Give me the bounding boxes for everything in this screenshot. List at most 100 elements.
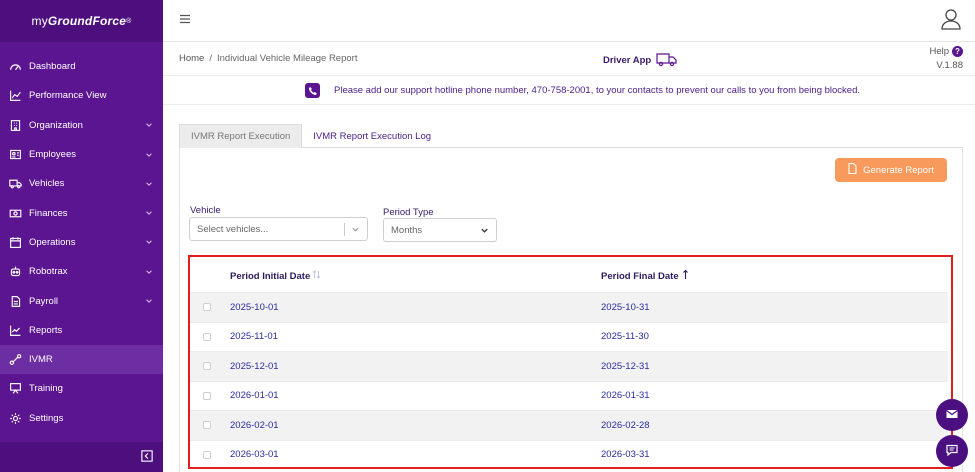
collapse-sidebar-icon[interactable] <box>141 449 153 465</box>
notice-text: Please add our support hotline phone num… <box>334 85 860 96</box>
brand-prefix: my <box>31 14 48 28</box>
table-row[interactable]: 2025-11-01 2025-11-30 <box>190 321 948 352</box>
sort-ascending-icon <box>681 269 690 283</box>
sidebar-item-payroll[interactable]: Payroll <box>0 286 163 315</box>
sidebar-item-employees[interactable]: Employees <box>0 140 163 169</box>
help-area: Help ? V.1.88 <box>929 46 963 71</box>
file-icon <box>848 162 857 177</box>
driver-app-label: Driver App <box>603 55 652 66</box>
sidebar-item-dashboard[interactable]: Dashboard <box>0 52 163 81</box>
question-icon: ? <box>952 46 963 57</box>
chat-fab[interactable] <box>936 435 968 467</box>
robot-icon <box>8 265 22 279</box>
chevron-down-icon <box>145 297 153 305</box>
table-row[interactable]: 2026-02-01 2026-02-28 <box>190 410 948 440</box>
sidebar-item-performance-view[interactable]: Performance View <box>0 81 163 110</box>
sidebar-item-label: Performance View <box>29 90 107 102</box>
sidebar-item-label: Operations <box>29 236 76 248</box>
breadcrumb: Home / Individual Vehicle Mileage Report <box>179 53 357 64</box>
table-row[interactable]: 2025-12-01 2025-12-31 <box>190 351 948 381</box>
brand-name: GroundForce <box>47 14 127 28</box>
period-final-date: 2026-03-31 <box>601 449 650 461</box>
tab-ivmr-report-execution-log[interactable]: IVMR Report Execution Log <box>302 124 442 148</box>
table-row[interactable]: 2026-03-01 2026-03-31 <box>190 439 948 470</box>
period-type-value: Months <box>391 224 423 236</box>
vehicle-select-placeholder: Select vehicles... <box>197 223 269 235</box>
sidebar-item-label: Payroll <box>29 295 59 307</box>
version-label: V.1.88 <box>936 60 963 71</box>
period-type-select[interactable]: Months <box>383 218 497 242</box>
row-checkbox[interactable] <box>203 362 211 371</box>
period-final-date: 2026-01-31 <box>601 390 650 402</box>
column-header-final-date[interactable]: Period Final Date <box>601 269 690 283</box>
period-initial-date: 2026-01-01 <box>230 390 279 402</box>
message-fab[interactable] <box>936 399 968 431</box>
period-final-date: 2025-10-31 <box>601 301 650 313</box>
tab-ivmr-report-execution[interactable]: IVMR Report Execution <box>179 124 303 148</box>
sidebar-item-settings[interactable]: Settings <box>0 404 163 433</box>
brand-logo[interactable]: my GroundForce ® <box>0 0 163 42</box>
calendar-icon <box>8 235 22 249</box>
sidebar-item-organization[interactable]: Organization <box>0 111 163 140</box>
sidebar-item-finances[interactable]: Finances <box>0 198 163 227</box>
vehicle-select[interactable]: Select vehicles... <box>189 217 368 241</box>
period-initial-date: 2025-12-01 <box>230 360 279 372</box>
hamburger-menu-icon[interactable] <box>179 13 191 28</box>
period-initial-date: 2026-03-01 <box>230 449 279 461</box>
sidebar-item-operations[interactable]: Operations <box>0 228 163 257</box>
top-bar <box>163 0 975 42</box>
vehicle-label: Vehicle <box>190 205 221 216</box>
sidebar-item-vehicles[interactable]: Vehicles <box>0 169 163 198</box>
sort-arrows-icon <box>312 269 321 283</box>
help-link[interactable]: Help ? <box>929 46 963 57</box>
hotline-notice: Please add our support hotline phone num… <box>163 77 975 105</box>
breadcrumb-current: Individual Vehicle Mileage Report <box>216 53 358 64</box>
sidebar-item-ivmr[interactable]: IVMR <box>0 344 163 375</box>
period-initial-date: 2025-11-01 <box>230 331 278 343</box>
sidebar-item-label: Training <box>29 383 63 395</box>
truck-icon <box>8 177 22 191</box>
sidebar-nav: Dashboard Performance View Organization … <box>0 42 163 433</box>
chevron-down-icon <box>145 238 153 246</box>
chevron-down-icon <box>145 180 153 188</box>
sidebar-item-label: Organization <box>29 119 83 131</box>
period-initial-date: 2025-10-01 <box>230 301 279 313</box>
period-final-date: 2025-12-31 <box>601 360 650 372</box>
table-row[interactable]: 2026-01-01 2026-01-31 <box>190 380 948 411</box>
row-checkbox[interactable] <box>203 450 211 459</box>
period-final-date: 2026-02-28 <box>601 419 650 431</box>
chevron-down-icon <box>351 225 360 237</box>
row-checkbox[interactable] <box>203 391 211 400</box>
row-checkbox[interactable] <box>203 332 211 341</box>
breadcrumb-home-link[interactable]: Home <box>179 53 204 64</box>
table-header: Period Initial Date Period Final Date <box>190 257 951 292</box>
table-row[interactable]: 2025-10-01 2025-10-31 <box>190 292 948 322</box>
building-icon <box>8 118 22 132</box>
sidebar-item-training[interactable]: Training <box>0 374 163 403</box>
brand-mark: ® <box>126 17 132 25</box>
training-icon <box>8 382 22 396</box>
driver-app-link[interactable]: Driver App <box>603 51 678 70</box>
sidebar-item-label: Finances <box>29 207 68 219</box>
chevron-down-icon <box>145 268 153 276</box>
row-checkbox[interactable] <box>203 303 211 312</box>
periods-table: Period Initial Date Period Final Date 20… <box>188 255 953 469</box>
row-checkbox[interactable] <box>203 421 211 430</box>
sidebar: my GroundForce ® Dashboard Performance Vie… <box>0 0 163 472</box>
sidebar-item-robotrax[interactable]: Robotrax <box>0 257 163 286</box>
column-header-initial-date[interactable]: Period Initial Date <box>230 269 321 283</box>
gear-icon <box>8 411 22 425</box>
user-profile-icon[interactable] <box>939 7 963 34</box>
document-icon <box>8 294 22 308</box>
sidebar-item-label: Vehicles <box>29 178 65 190</box>
route-icon <box>8 353 22 367</box>
envelope-icon <box>945 407 959 424</box>
sidebar-item-label: Employees <box>29 149 76 161</box>
sidebar-item-label: Settings <box>29 412 64 424</box>
sidebar-item-label: Reports <box>29 324 63 336</box>
generate-report-button[interactable]: Generate Report <box>835 158 947 182</box>
id-card-icon <box>8 148 22 162</box>
generate-report-label: Generate Report <box>863 164 934 176</box>
sidebar-item-reports[interactable]: Reports <box>0 316 163 345</box>
chevron-down-icon <box>145 209 153 217</box>
